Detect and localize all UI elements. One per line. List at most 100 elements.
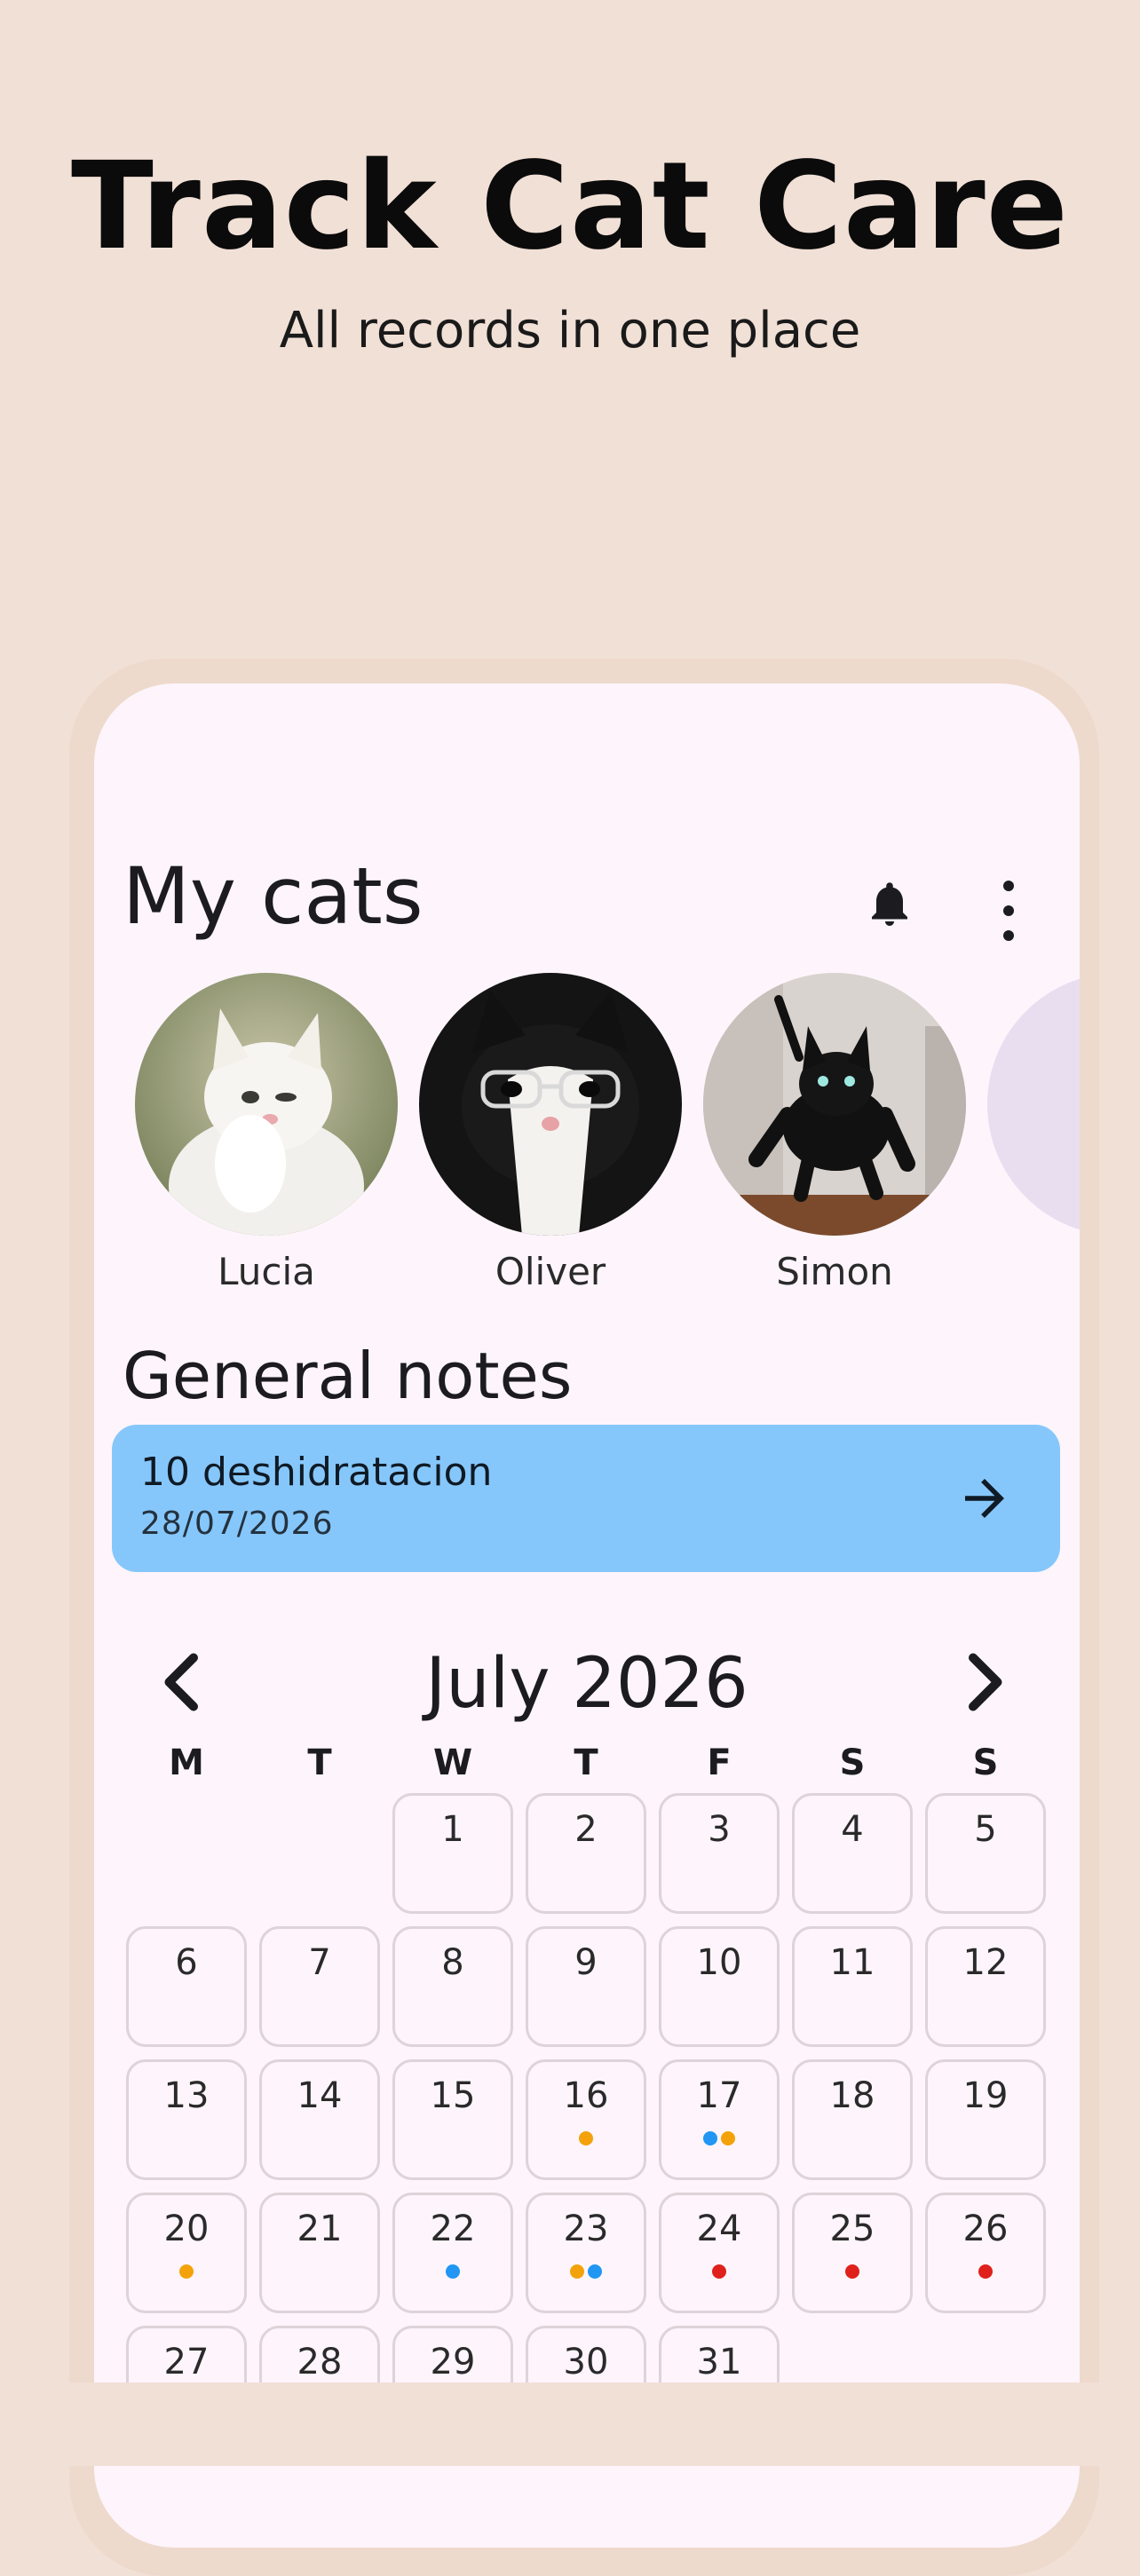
more-vert-icon[interactable]	[991, 877, 1026, 944]
calendar-day[interactable]: 5	[925, 1793, 1046, 1914]
event-dots	[129, 2264, 244, 2279]
calendar-day-number: 6	[175, 1942, 198, 1983]
calendar-day[interactable]: 9	[526, 1926, 646, 2047]
weekday-label: W	[432, 1742, 473, 1783]
event-dot	[588, 2264, 602, 2279]
calendar-day[interactable]: 4	[792, 1793, 913, 1914]
note-card[interactable]: 10 deshidratacion 28/07/2026	[112, 1425, 1060, 1572]
calendar-day-number: 2	[574, 1809, 598, 1850]
calendar-day-number: 3	[708, 1809, 731, 1850]
event-dots	[928, 2264, 1043, 2279]
bell-icon[interactable]	[863, 877, 916, 930]
cat-photo	[703, 973, 966, 1236]
calendar-day[interactable]: 20	[126, 2193, 247, 2313]
event-dots	[395, 2264, 511, 2279]
calendar-day-number: 15	[430, 2075, 476, 2116]
event-dot	[179, 2264, 194, 2279]
weekday-label: F	[707, 1742, 732, 1783]
calendar-day[interactable]: 11	[792, 1926, 913, 2047]
cat-avatar-oliver[interactable]	[419, 973, 682, 1236]
phone-screen: My cats Lucia Oliver Simon General notes…	[94, 684, 1080, 2548]
calendar-day[interactable]: 7	[259, 1926, 380, 2047]
cat-avatar-lucia[interactable]	[135, 973, 398, 1236]
chevron-right-icon[interactable]	[964, 1651, 1009, 1713]
event-dot	[579, 2131, 593, 2145]
calendar-day[interactable]: 19	[925, 2059, 1046, 2180]
calendar-day[interactable]: 17	[659, 2059, 780, 2180]
calendar-day[interactable]: 6	[126, 1926, 247, 2047]
calendar-day-number: 19	[962, 2075, 1009, 2116]
cat-avatar-simon[interactable]	[703, 973, 966, 1236]
calendar-day[interactable]: 15	[392, 2059, 513, 2180]
calendar-day-number: 18	[829, 2075, 875, 2116]
event-dot	[570, 2264, 584, 2279]
arrow-right-icon[interactable]	[955, 1469, 1014, 1528]
calendar-day-number: 16	[563, 2075, 609, 2116]
calendar-day-number: 9	[574, 1942, 598, 1983]
calendar-day[interactable]: 2	[526, 1793, 646, 1914]
event-dot	[703, 2131, 717, 2145]
calendar-day[interactable]: 18	[792, 2059, 913, 2180]
note-title: 10 deshidratacion	[140, 1450, 493, 1495]
calendar-day[interactable]: 16	[526, 2059, 646, 2180]
calendar-day-number: 29	[430, 2342, 476, 2382]
hero-subtitle: All records in one place	[279, 302, 861, 360]
weekday-label: T	[307, 1742, 332, 1783]
calendar-day-number: 27	[163, 2342, 210, 2382]
event-dot	[446, 2264, 460, 2279]
note-date: 28/07/2026	[140, 1505, 334, 1542]
event-dots	[795, 2264, 910, 2279]
cat-photo	[419, 973, 682, 1236]
event-dot	[845, 2264, 859, 2279]
calendar-day[interactable]: 10	[659, 1926, 780, 2047]
calendar-day-number: 26	[962, 2209, 1009, 2249]
calendar-day[interactable]: 14	[259, 2059, 380, 2180]
event-dot	[712, 2264, 726, 2279]
calendar-day[interactable]: 24	[659, 2193, 780, 2313]
event-dots	[528, 2264, 644, 2279]
calendar-day-number: 30	[563, 2342, 609, 2382]
weekday-label: S	[839, 1742, 866, 1783]
cat-name: Lucia	[218, 1250, 315, 1293]
calendar-day-number: 31	[696, 2342, 742, 2382]
calendar-day-number: 1	[441, 1809, 464, 1850]
calendar-day-number: 21	[297, 2209, 343, 2249]
calendar-day-number: 5	[974, 1809, 997, 1850]
calendar-day[interactable]: 23	[526, 2193, 646, 2313]
calendar-month-title: July 2026	[425, 1644, 748, 1724]
calendar-day[interactable]: 8	[392, 1926, 513, 2047]
weekday-label: T	[574, 1742, 598, 1783]
event-dots	[661, 2264, 777, 2279]
event-dots	[661, 2131, 777, 2145]
page-title: My cats	[123, 850, 424, 942]
add-cat-avatar[interactable]	[987, 973, 1080, 1236]
section-title-notes: General notes	[123, 1339, 573, 1413]
hero-title: Track Cat Care	[71, 137, 1069, 277]
calendar-day-number: 28	[297, 2342, 343, 2382]
calendar-day-number: 13	[163, 2075, 210, 2116]
calendar-day[interactable]: 21	[259, 2193, 380, 2313]
calendar-day[interactable]: 25	[792, 2193, 913, 2313]
calendar-day-number: 10	[696, 1942, 742, 1983]
weekday-label: S	[972, 1742, 999, 1783]
calendar-day-number: 4	[841, 1809, 864, 1850]
bottom-background	[0, 2382, 1140, 2466]
weekday-label: M	[169, 1742, 204, 1783]
cat-name: Oliver	[495, 1250, 606, 1293]
calendar-day[interactable]: 1	[392, 1793, 513, 1914]
calendar-day-number: 25	[829, 2209, 875, 2249]
calendar-day-number: 22	[430, 2209, 476, 2249]
calendar-day-number: 24	[696, 2209, 742, 2249]
calendar-day[interactable]: 22	[392, 2193, 513, 2313]
calendar-day-number: 17	[696, 2075, 742, 2116]
cat-photo	[135, 973, 398, 1236]
event-dot	[721, 2131, 735, 2145]
calendar-day-number: 14	[297, 2075, 343, 2116]
calendar-day-number: 7	[308, 1942, 331, 1983]
calendar-day[interactable]: 3	[659, 1793, 780, 1914]
calendar-day-number: 12	[962, 1942, 1009, 1983]
calendar-day-number: 8	[441, 1942, 464, 1983]
calendar-day[interactable]: 12	[925, 1926, 1046, 2047]
calendar-day[interactable]: 26	[925, 2193, 1046, 2313]
calendar-day[interactable]: 13	[126, 2059, 247, 2180]
